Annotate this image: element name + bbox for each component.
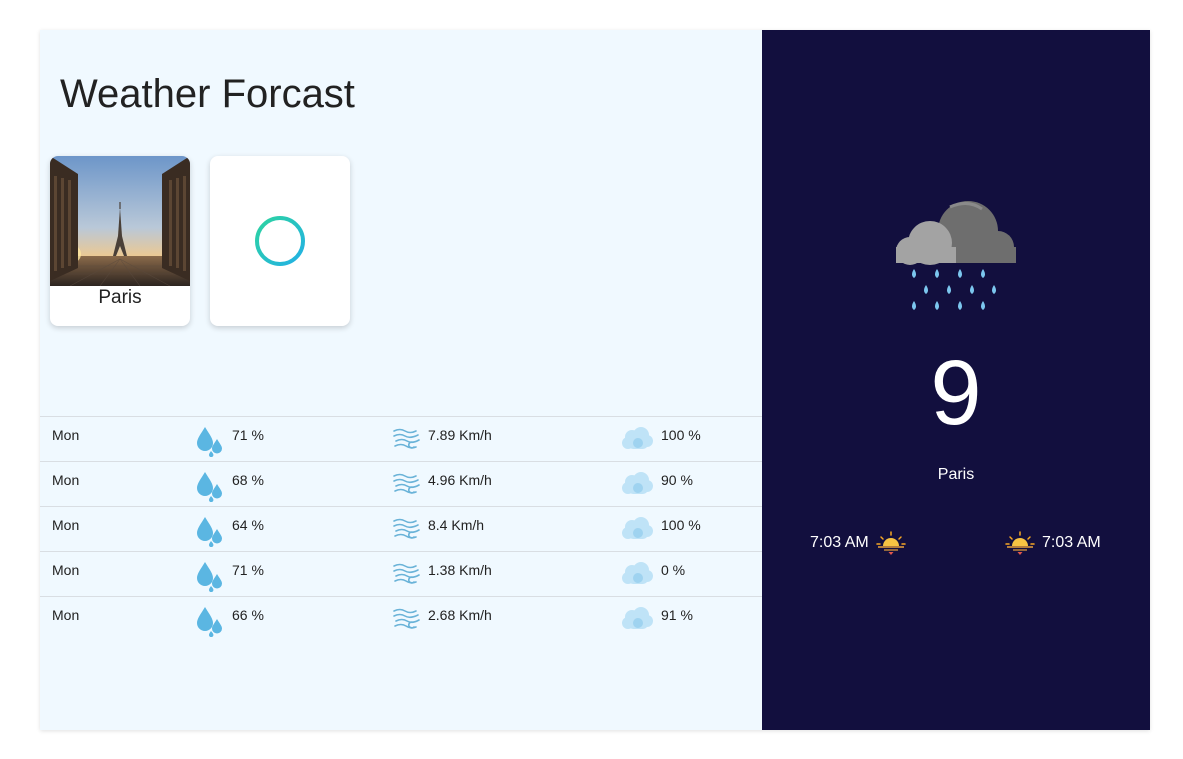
current-weather-panel: 9 Paris 7:03 AM 7:03 AM	[762, 30, 1150, 730]
forecast-row: Mon 66 % 2.68 Km/h 91 %	[40, 596, 762, 641]
main-panel: Weather Forcast Paris Mon 71 % 7.89 Km/h…	[40, 30, 762, 730]
forecast-day: Mon	[52, 562, 80, 578]
sunset-icon	[1005, 531, 1035, 555]
humidity-value: 66 %	[232, 607, 264, 623]
forecast-day: Mon	[52, 427, 80, 443]
weather-app: Weather Forcast Paris Mon 71 % 7.89 Km/h…	[40, 30, 1150, 730]
humidity-icon	[194, 468, 224, 503]
city-photo	[50, 156, 190, 286]
wind-icon	[392, 605, 420, 633]
forecast-day: Mon	[52, 472, 80, 488]
city-card-paris[interactable]: Paris	[50, 156, 190, 326]
wind-icon	[392, 515, 420, 543]
forecast-row: Mon 64 % 8.4 Km/h 100 %	[40, 506, 762, 551]
humidity-value: 68 %	[232, 472, 264, 488]
cloud-icon	[620, 425, 654, 451]
wind-value: 8.4 Km/h	[428, 517, 485, 533]
humidity-value: 71 %	[232, 562, 264, 578]
sunrise-time: 7:03 AM	[810, 530, 907, 556]
sunset-time: 7:03 AM	[1004, 530, 1101, 556]
humidity-value: 71 %	[232, 427, 264, 443]
forecast-day: Mon	[52, 607, 80, 623]
wind-value: 1.38 Km/h	[428, 562, 492, 578]
cloud-value: 91 %	[661, 607, 693, 623]
sunset-label: 7:03 AM	[1042, 534, 1101, 551]
rain-cloud-icon	[896, 201, 1016, 310]
forecast-row: Mon 71 % 7.89 Km/h 100 %	[40, 416, 762, 461]
humidity-value: 64 %	[232, 517, 264, 533]
cloud-icon	[620, 470, 654, 496]
forecast-row: Mon 71 % 1.38 Km/h 0 %	[40, 551, 762, 596]
add-city-button[interactable]	[210, 156, 350, 326]
sunrise-label: 7:03 AM	[810, 534, 869, 551]
wind-value: 4.96 Km/h	[428, 472, 492, 488]
wind-icon	[392, 560, 420, 588]
cloud-value: 100 %	[661, 427, 701, 443]
plus-circle-icon	[255, 216, 305, 266]
forecast-row: Mon 68 % 4.96 Km/h 90 %	[40, 461, 762, 506]
wind-icon	[392, 425, 420, 453]
cloud-value: 90 %	[661, 472, 693, 488]
current-city: Paris	[937, 466, 975, 483]
current-temperature: 9	[930, 342, 982, 444]
humidity-icon	[194, 558, 224, 593]
humidity-icon	[194, 423, 224, 458]
wind-value: 7.89 Km/h	[428, 427, 492, 443]
page-title: Weather Forcast	[60, 72, 355, 116]
cloud-icon	[620, 605, 654, 631]
humidity-icon	[194, 603, 224, 638]
cloud-icon	[620, 560, 654, 586]
cloud-value: 0 %	[661, 562, 686, 578]
forecast-table: Mon 71 % 7.89 Km/h 100 % Mon 68 % 4.96 Km/h 90 …	[40, 416, 762, 641]
wind-icon	[392, 470, 420, 498]
wind-value: 2.68 Km/h	[428, 607, 492, 623]
cloud-icon	[620, 515, 654, 541]
humidity-icon	[194, 513, 224, 548]
forecast-day: Mon	[52, 517, 80, 533]
sunrise-icon	[875, 531, 906, 555]
city-name: Paris	[98, 287, 142, 308]
cloud-value: 100 %	[661, 517, 701, 533]
